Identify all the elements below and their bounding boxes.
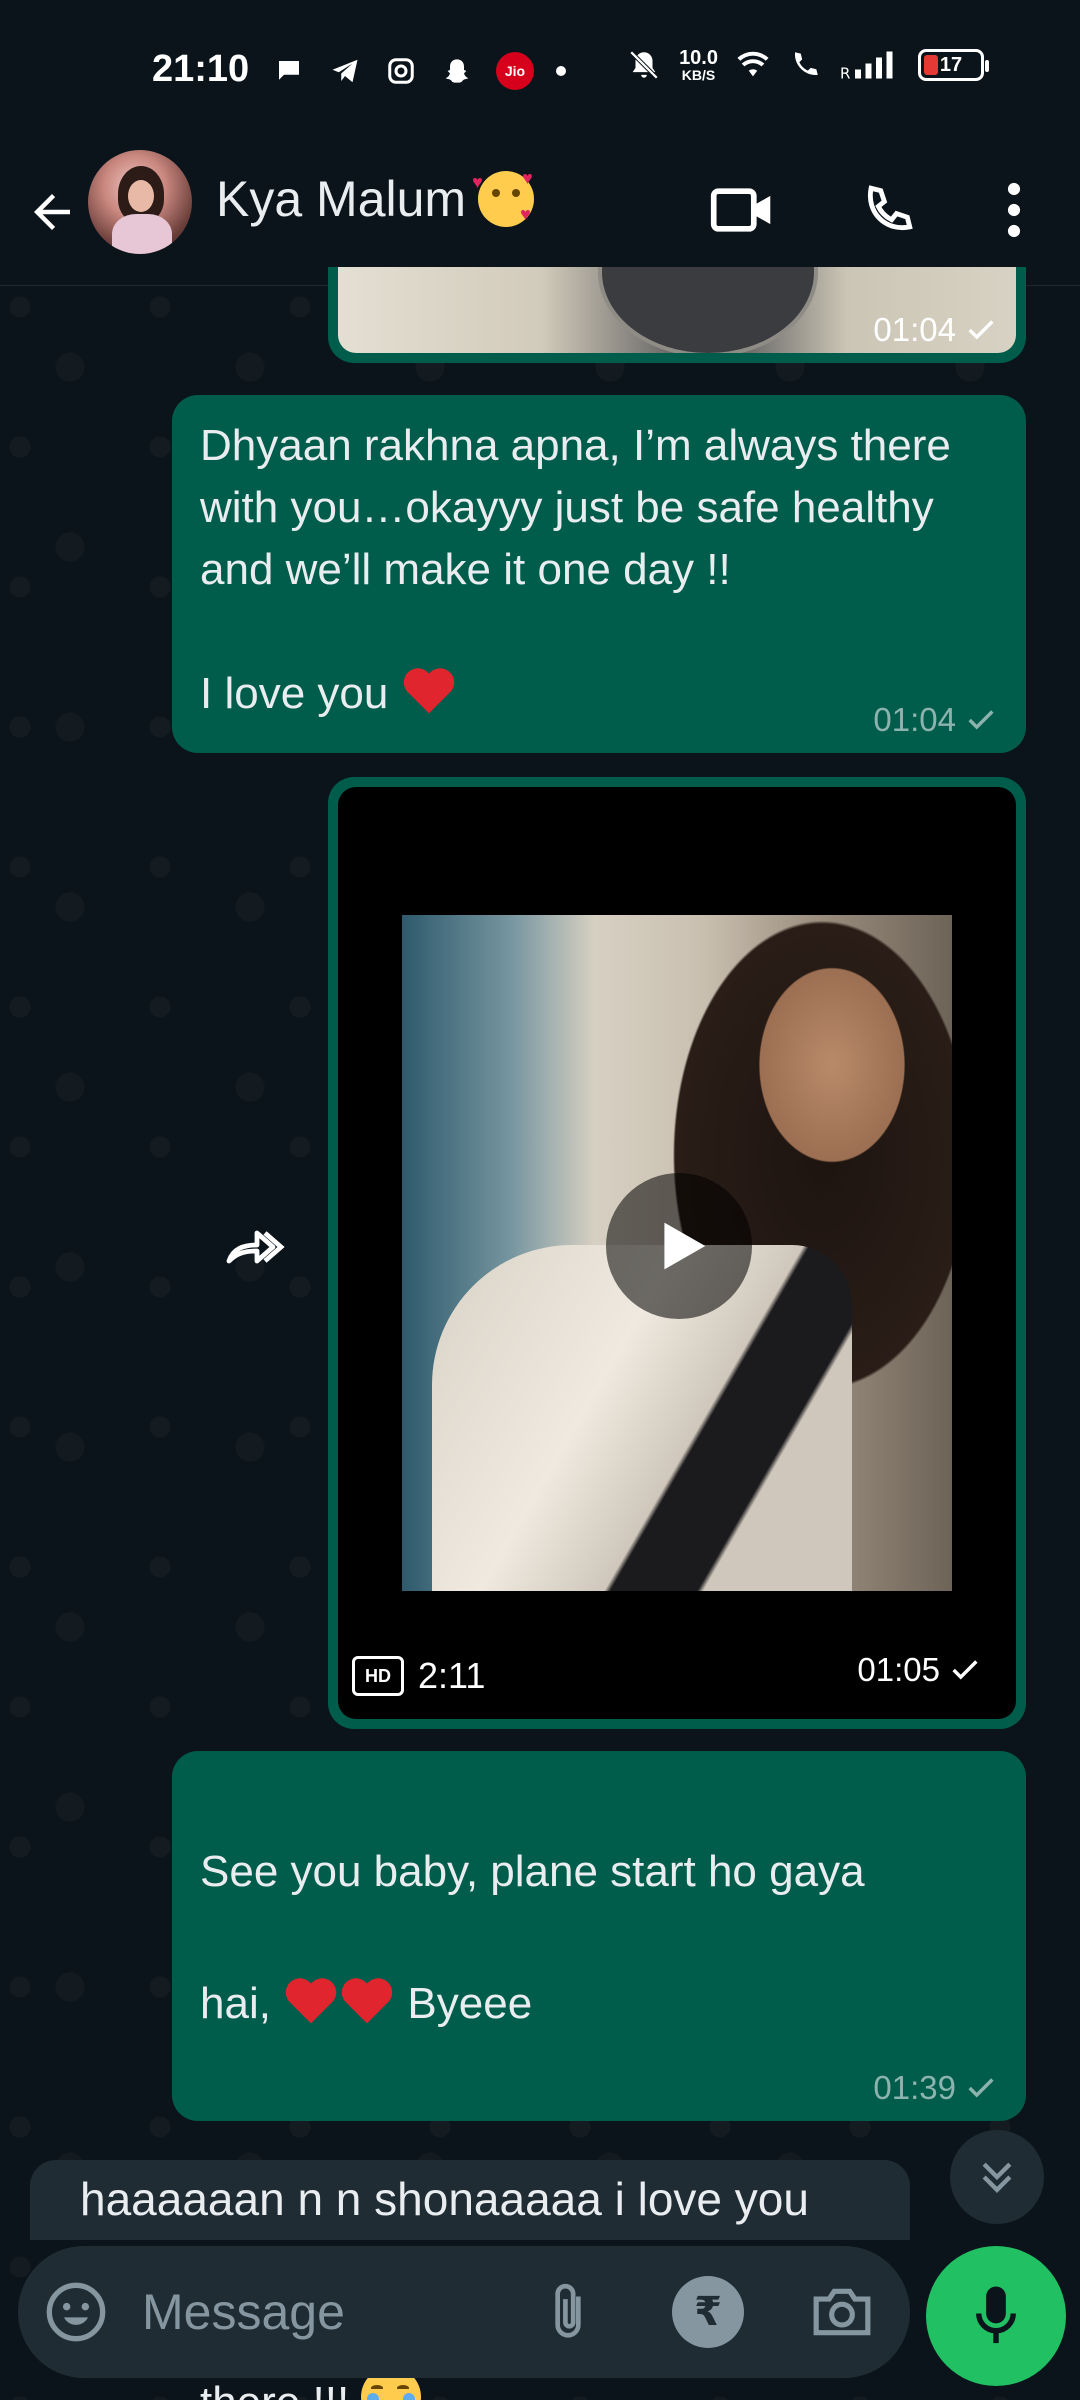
message-time: 01:04 [873, 701, 956, 738]
arrow-left-icon [34, 194, 70, 230]
double-chevron-down-icon [982, 2162, 1012, 2193]
payment-rupee-button[interactable]: ₹ [672, 2276, 744, 2348]
wifi-icon [736, 48, 770, 82]
message-meta: 01:39 [873, 2069, 998, 2107]
system-status-icons: 10.0 KB/S R 17 [627, 47, 989, 83]
hd-badge: HD [352, 1656, 404, 1696]
camera-icon [813, 2288, 871, 2336]
video-call-button[interactable] [702, 170, 782, 250]
text-message[interactable]: Dhyaan rakhna apna, I’m always there wit… [172, 395, 1026, 753]
contact-avatar[interactable] [88, 150, 192, 254]
smiling-face-with-hearts-icon: ♥ ♥ ♥ [472, 169, 535, 227]
rupee-icon: ₹ [694, 2290, 722, 2334]
jio-icon: Jio [496, 52, 534, 90]
telegram-icon [328, 54, 362, 88]
battery-percent: 17 [939, 53, 963, 76]
red-heart-icon [341, 1978, 393, 2024]
signal-icon: R [840, 48, 900, 82]
status-time: 21:10 [152, 48, 250, 90]
attach-button[interactable] [532, 2276, 604, 2348]
paperclip-icon [555, 2283, 581, 2338]
notification-icons: Jio [272, 52, 566, 90]
forward-arrow-icon [226, 1230, 285, 1264]
whatsapp-chat-screen: 21:10 Jio 10.0 KB/S R 17 Kya Malum ♥ ♥ ♥… [0, 0, 1080, 2400]
battery-indicator: 17 [918, 49, 989, 81]
phone-icon [867, 185, 913, 231]
message-meta: 01:05 [857, 1651, 982, 1689]
play-button[interactable] [606, 1173, 752, 1319]
text-message[interactable]: See you baby, plane start ho gaya hai, B… [172, 1751, 1026, 2400]
single-tick-icon [968, 710, 994, 730]
chat-header: Kya Malum ♥ ♥ ♥ [0, 140, 1080, 286]
more-notifications-dot [556, 66, 566, 76]
reply-preview[interactable]: haaaaaan n n shonaaaaa i love you [30, 2160, 910, 2240]
message-input[interactable] [142, 2270, 522, 2354]
video-camera-icon [710, 188, 771, 232]
message-list[interactable]: 01:04 Dhyaan rakhna apna, I’m always the… [0, 267, 1080, 2400]
reply-preview-text: haaaaaan n n shonaaaaa i love you [80, 2173, 809, 2225]
message-time: 01:04 [873, 311, 956, 348]
microphone-icon [976, 2286, 1016, 2344]
message-time: 01:39 [873, 2069, 956, 2106]
camera-button[interactable] [806, 2276, 878, 2348]
wifi-calling-icon [788, 48, 822, 82]
message-meta: 01:04 [873, 701, 998, 739]
muted-bell-icon [627, 48, 661, 82]
video-message[interactable]: HD 2:11 01:05 [328, 777, 1026, 1729]
contact-name[interactable]: Kya Malum ♥ ♥ ♥ [216, 169, 535, 228]
emoji-icon[interactable] [44, 2280, 108, 2344]
forward-button[interactable] [218, 1217, 288, 1277]
snapchat-icon [440, 54, 474, 88]
network-speed: 10.0 KB/S [679, 47, 718, 83]
back-button[interactable] [22, 172, 82, 252]
video-length: 2:11 [418, 1655, 486, 1696]
scroll-to-bottom-button[interactable] [950, 2130, 1044, 2224]
red-heart-icon [403, 668, 454, 714]
red-heart-icon [285, 1978, 337, 2024]
single-tick-icon [968, 2078, 994, 2098]
message-composer: ₹ [18, 2246, 910, 2378]
svg-text:R: R [840, 65, 850, 83]
more-vertical-icon [1007, 182, 1021, 238]
contact-name-text: Kya Malum [216, 171, 467, 227]
message-meta: 01:04 [873, 311, 998, 349]
voice-call-button[interactable] [848, 170, 928, 250]
play-icon [664, 1222, 706, 1270]
instagram-icon [384, 54, 418, 88]
chat-bubble-icon [272, 54, 306, 88]
message-time: 01:05 [857, 1651, 940, 1688]
single-tick-icon [952, 1660, 978, 1680]
more-options-button[interactable] [974, 170, 1054, 250]
video-duration: HD 2:11 [352, 1655, 485, 1697]
single-tick-icon [968, 320, 994, 340]
message-text: Dhyaan rakhna apna, I’m always there wit… [200, 421, 951, 718]
image-message[interactable]: 01:04 [328, 267, 1026, 363]
status-bar: 21:10 Jio 10.0 KB/S R 17 [0, 0, 1080, 140]
voice-message-button[interactable] [926, 2246, 1066, 2386]
